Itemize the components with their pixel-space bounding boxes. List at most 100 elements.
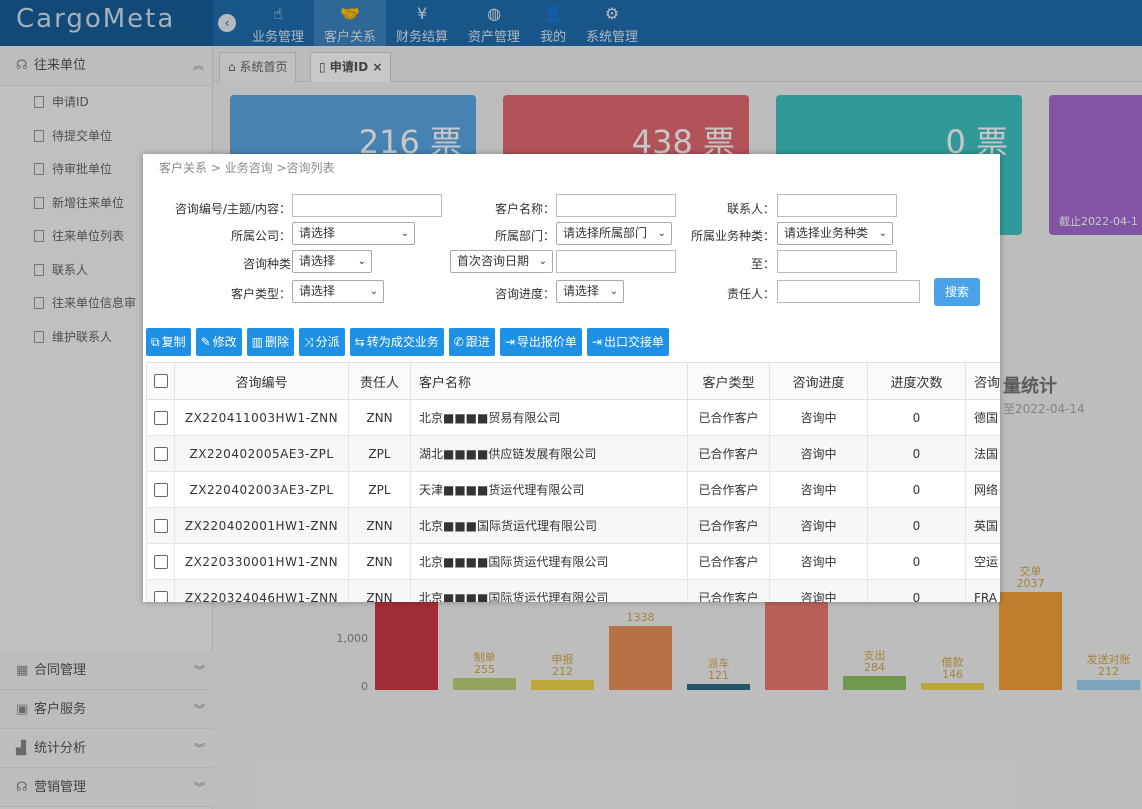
table-cell: ZX220402001HW1-ZNN bbox=[174, 507, 349, 544]
exchange-icon: ⇆ bbox=[354, 335, 365, 349]
table-row[interactable]: ZX220330001HW1-ZNN ZNN 北京■■■■国际货运代理有限公司 已合作… bbox=[146, 543, 1000, 580]
select-all-checkbox[interactable] bbox=[146, 362, 175, 400]
date-type-select[interactable]: 首次咨询日期 ⌄ bbox=[450, 250, 553, 273]
chevron-down-icon: ⌄ bbox=[357, 256, 366, 267]
date-to-input[interactable] bbox=[777, 250, 897, 273]
table-cell: ZX220402005AE3-ZPL bbox=[174, 435, 349, 472]
export-handover-button[interactable]: ⇥ 出口交接单 bbox=[586, 328, 669, 356]
table-cell: 已合作客户 bbox=[687, 435, 770, 472]
customer-type-label: 客户类型： bbox=[230, 287, 291, 301]
table-cell: ZX220411003HW1-ZNN bbox=[174, 399, 349, 436]
owner-input[interactable] bbox=[777, 280, 920, 303]
table-cell: 天津■■■■货运代理有限公司 bbox=[410, 471, 688, 508]
row-checkbox[interactable] bbox=[146, 471, 175, 508]
chevron-down-icon: ⌄ bbox=[878, 228, 887, 239]
consult-type-label: 咨询种类 bbox=[242, 257, 291, 271]
table-cell: 北京■■■■贸易有限公司 bbox=[410, 399, 688, 436]
row-checkbox[interactable] bbox=[146, 579, 175, 602]
chevron-down-icon: ⌄ bbox=[400, 228, 409, 239]
table-cell: 咨询中 bbox=[769, 543, 868, 580]
copy-button[interactable]: ⧉ 复制 bbox=[146, 328, 191, 356]
customer-name-label: 客户名称： bbox=[494, 202, 555, 216]
date-from-input[interactable] bbox=[556, 250, 676, 273]
consult-no-input[interactable] bbox=[292, 194, 442, 217]
table-cell: 咨询中 bbox=[769, 471, 868, 508]
chevron-down-icon: ⌄ bbox=[609, 286, 618, 297]
table-cell: 已合作客户 bbox=[687, 399, 770, 436]
assign-button[interactable]: ⤨ 分派 bbox=[299, 328, 345, 356]
table-row[interactable]: ZX220402001HW1-ZNN ZNN 北京■■■国际货运代理有限公司 已合作客… bbox=[146, 507, 1000, 544]
progress-label: 咨询进度： bbox=[494, 287, 555, 301]
shuffle-icon: ⤨ bbox=[304, 335, 314, 349]
export-icon: ⇥ bbox=[504, 335, 515, 349]
pencil-icon: ✎ bbox=[200, 335, 211, 349]
table-cell: 北京■■■■国际货运代理有限公司 bbox=[410, 579, 688, 602]
table-cell: FRA bbox=[965, 579, 1000, 602]
delete-button[interactable]: ▥ 删除 bbox=[246, 328, 295, 356]
chevron-down-icon: ⌄ bbox=[657, 228, 666, 239]
table-row[interactable]: ZX220402005AE3-ZPL ZPL 湖北■■■■供应链发展有限公司 已合作客… bbox=[146, 435, 1000, 472]
edit-button[interactable]: ✎ 修改 bbox=[195, 328, 242, 356]
row-checkbox[interactable] bbox=[146, 543, 175, 580]
customer-type-select[interactable]: 请选择 ⌄ bbox=[292, 280, 384, 303]
row-checkbox[interactable] bbox=[146, 399, 175, 436]
table-cell: 已合作客户 bbox=[687, 471, 770, 508]
table-cell: ZPL bbox=[348, 471, 411, 508]
contact-input[interactable] bbox=[777, 194, 897, 217]
biz-type-select[interactable]: 请选择业务种类 ⌄ bbox=[777, 222, 893, 245]
action-toolbar: ⧉ 复制 ✎ 修改 ▥ 删除 ⤨ 分派 ⇆ 转为成交业务 ✆ 跟进 ⇥ 导出报价单 ⇥ 出口交接… bbox=[146, 328, 674, 356]
col-header[interactable]: 进度次数 bbox=[867, 362, 966, 400]
dept-select[interactable]: 请选择所属部门 ⌄ bbox=[556, 222, 672, 245]
consult-list-modal: 客户关系 > 业务咨询 >咨询列表 咨询编号/主题/内容： 客户名称： 联系人：… bbox=[143, 154, 1000, 602]
consult-no-label: 咨询编号/主题/内容： bbox=[174, 202, 291, 216]
col-header[interactable]: 咨询进度 bbox=[769, 362, 868, 400]
table-cell: 北京■■■国际货运代理有限公司 bbox=[410, 507, 688, 544]
table-cell: 英国 bbox=[965, 507, 1000, 544]
search-button[interactable]: 搜索 bbox=[934, 278, 980, 306]
col-header[interactable]: 责任人 bbox=[348, 362, 411, 400]
table-row[interactable]: ZX220411003HW1-ZNN ZNN 北京■■■■贸易有限公司 已合作客户 咨询… bbox=[146, 399, 1000, 436]
row-checkbox[interactable] bbox=[146, 507, 175, 544]
table-cell: ZX220324046HW1-ZNN bbox=[174, 579, 349, 602]
whatsapp-icon: ✆ bbox=[453, 335, 464, 349]
consult-table: 咨询编号 责任人 客户名称 客户类型 咨询进度 进度次数 咨询 ZX220411… bbox=[146, 362, 1000, 602]
table-cell: 0 bbox=[867, 471, 966, 508]
col-header[interactable]: 咨询 bbox=[965, 362, 1000, 400]
col-header[interactable]: 客户类型 bbox=[687, 362, 770, 400]
table-cell: 网络 bbox=[965, 471, 1000, 508]
customer-name-input[interactable] bbox=[556, 194, 676, 217]
col-header[interactable]: 客户名称 bbox=[410, 362, 688, 400]
company-select[interactable]: 请选择 ⌄ bbox=[292, 222, 415, 245]
consult-type-select[interactable]: 请选择 ⌄ bbox=[292, 250, 372, 273]
table-cell: 咨询中 bbox=[769, 507, 868, 544]
company-label: 所属公司： bbox=[230, 229, 291, 243]
table-cell: 已合作客户 bbox=[687, 579, 770, 602]
convert-to-deal-button[interactable]: ⇆ 转为成交业务 bbox=[349, 328, 444, 356]
trash-icon: ▥ bbox=[251, 335, 264, 349]
table-cell: 0 bbox=[867, 435, 966, 472]
export-quote-button[interactable]: ⇥ 导出报价单 bbox=[499, 328, 582, 356]
table-cell: 0 bbox=[867, 543, 966, 580]
table-cell: 已合作客户 bbox=[687, 543, 770, 580]
row-checkbox[interactable] bbox=[146, 435, 175, 472]
table-cell: ZNN bbox=[348, 579, 411, 602]
export-icon: ⇥ bbox=[591, 335, 602, 349]
table-cell: 0 bbox=[867, 399, 966, 436]
table-row[interactable]: ZX220402003AE3-ZPL ZPL 天津■■■■货运代理有限公司 已合作客户… bbox=[146, 471, 1000, 508]
table-cell: ZX220330001HW1-ZNN bbox=[174, 543, 349, 580]
contact-label: 联系人： bbox=[726, 202, 775, 216]
table-cell: ZNN bbox=[348, 507, 411, 544]
table-cell: 咨询中 bbox=[769, 435, 868, 472]
biz-type-label: 所属业务种类： bbox=[690, 229, 775, 243]
copy-icon: ⧉ bbox=[151, 335, 160, 349]
follow-up-button[interactable]: ✆ 跟进 bbox=[448, 328, 495, 356]
table-cell: 空运 bbox=[965, 543, 1000, 580]
col-header[interactable]: 咨询编号 bbox=[174, 362, 349, 400]
progress-select[interactable]: 请选择 ⌄ bbox=[556, 280, 624, 303]
dept-label: 所属部门： bbox=[494, 229, 555, 243]
table-header-row: 咨询编号 责任人 客户名称 客户类型 咨询进度 进度次数 咨询 bbox=[146, 362, 1000, 400]
table-cell: 德国 bbox=[965, 399, 1000, 436]
table-cell: ZNN bbox=[348, 543, 411, 580]
table-row[interactable]: ZX220324046HW1-ZNN ZNN 北京■■■■国际货运代理有限公司 已合作… bbox=[146, 579, 1000, 602]
chevron-down-icon: ⌄ bbox=[538, 256, 547, 267]
